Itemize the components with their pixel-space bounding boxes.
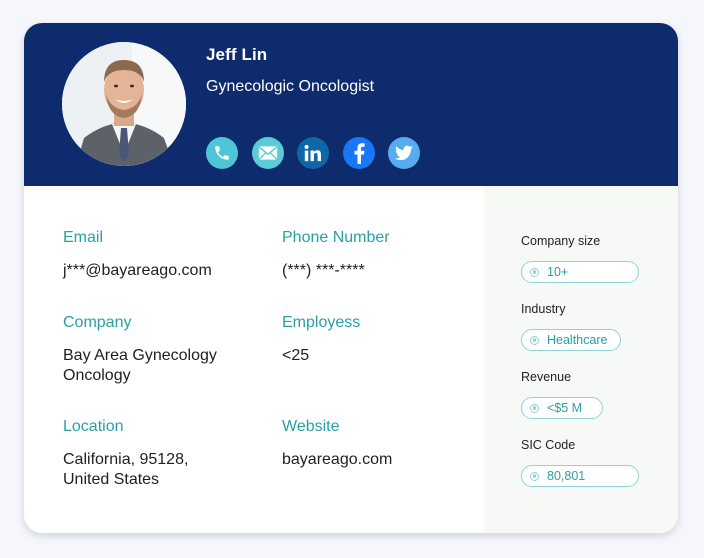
company-size-badge[interactable]: 10+ (521, 261, 639, 283)
company-value-line-1: Bay Area Gynecology (63, 347, 217, 364)
employees-value: <25 (282, 347, 310, 364)
radio-dot-icon (530, 267, 539, 277)
avatar (62, 42, 186, 166)
sic-code-label: SIC Code (521, 438, 576, 452)
location-field: Location California, 95128, United State… (63, 418, 188, 490)
profile-header: Jeff Lin Gynecologic Oncologist (24, 23, 678, 186)
website-link[interactable]: bayareago.com (282, 450, 392, 470)
industry-value: Healthcare (547, 333, 608, 347)
industry-badge[interactable]: Healthcare (521, 329, 621, 351)
location-value: California, 95128, United States (63, 450, 188, 490)
facebook-icon (354, 143, 365, 164)
location-value-line-2: United States (63, 471, 160, 488)
company-field: Company Bay Area Gynecology Oncology (63, 314, 217, 386)
radio-dot-icon (530, 471, 539, 481)
website-field: Website bayareago.com (282, 418, 392, 470)
phone-label: Phone Number (282, 229, 390, 246)
social-links (206, 137, 420, 169)
revenue-badge[interactable]: <$5 M (521, 397, 603, 419)
radio-dot-icon (530, 403, 539, 413)
linkedin-button[interactable] (297, 137, 329, 169)
email-label: Email (63, 229, 104, 246)
sic-code-badge[interactable]: 80,801 (521, 465, 639, 487)
phone-button[interactable] (206, 137, 238, 169)
company-size-value: 10+ (547, 265, 569, 279)
employees-field: Employess <25 (282, 314, 360, 366)
twitter-icon (395, 145, 413, 161)
twitter-button[interactable] (388, 137, 420, 169)
phone-field: Phone Number (***) ***-**** (282, 229, 390, 281)
company-value: Bay Area Gynecology Oncology (63, 346, 217, 386)
website-label: Website (282, 418, 340, 435)
avatar-photo (62, 42, 186, 166)
email-button[interactable] (251, 137, 284, 169)
email-value[interactable]: j***@bayareago.com (63, 261, 212, 281)
company-label: Company (63, 314, 132, 331)
sic-code-value: 80,801 (547, 469, 586, 483)
employees-label: Employess (282, 314, 361, 331)
location-label: Location (63, 418, 124, 435)
industry-label: Industry (521, 302, 566, 316)
radio-dot-icon (530, 335, 539, 345)
company-value-line-2: Oncology (63, 367, 131, 384)
facebook-button[interactable] (342, 137, 375, 169)
phone-icon (215, 146, 229, 160)
revenue-value: <$5 M (547, 401, 583, 415)
profile-job-title: Gynecologic Oncologist (206, 78, 375, 95)
phone-value[interactable]: (***) ***-**** (282, 261, 390, 281)
revenue-label: Revenue (521, 370, 572, 384)
company-size-label: Company size (521, 234, 601, 248)
email-field: Email j***@bayareago.com (63, 229, 212, 281)
location-value-line-1: California, 95128, (63, 451, 189, 468)
envelope-icon (258, 146, 277, 160)
company-sidebar: Company size 10+ Industry Healthcare Rev… (484, 186, 678, 533)
profile-name: Jeff Lin (206, 45, 268, 64)
contact-details: Email j***@bayareago.com Phone Number (*… (24, 186, 484, 533)
contact-card: Jeff Lin Gynecologic Oncologist Email j*… (24, 23, 678, 533)
linkedin-icon (304, 144, 322, 162)
